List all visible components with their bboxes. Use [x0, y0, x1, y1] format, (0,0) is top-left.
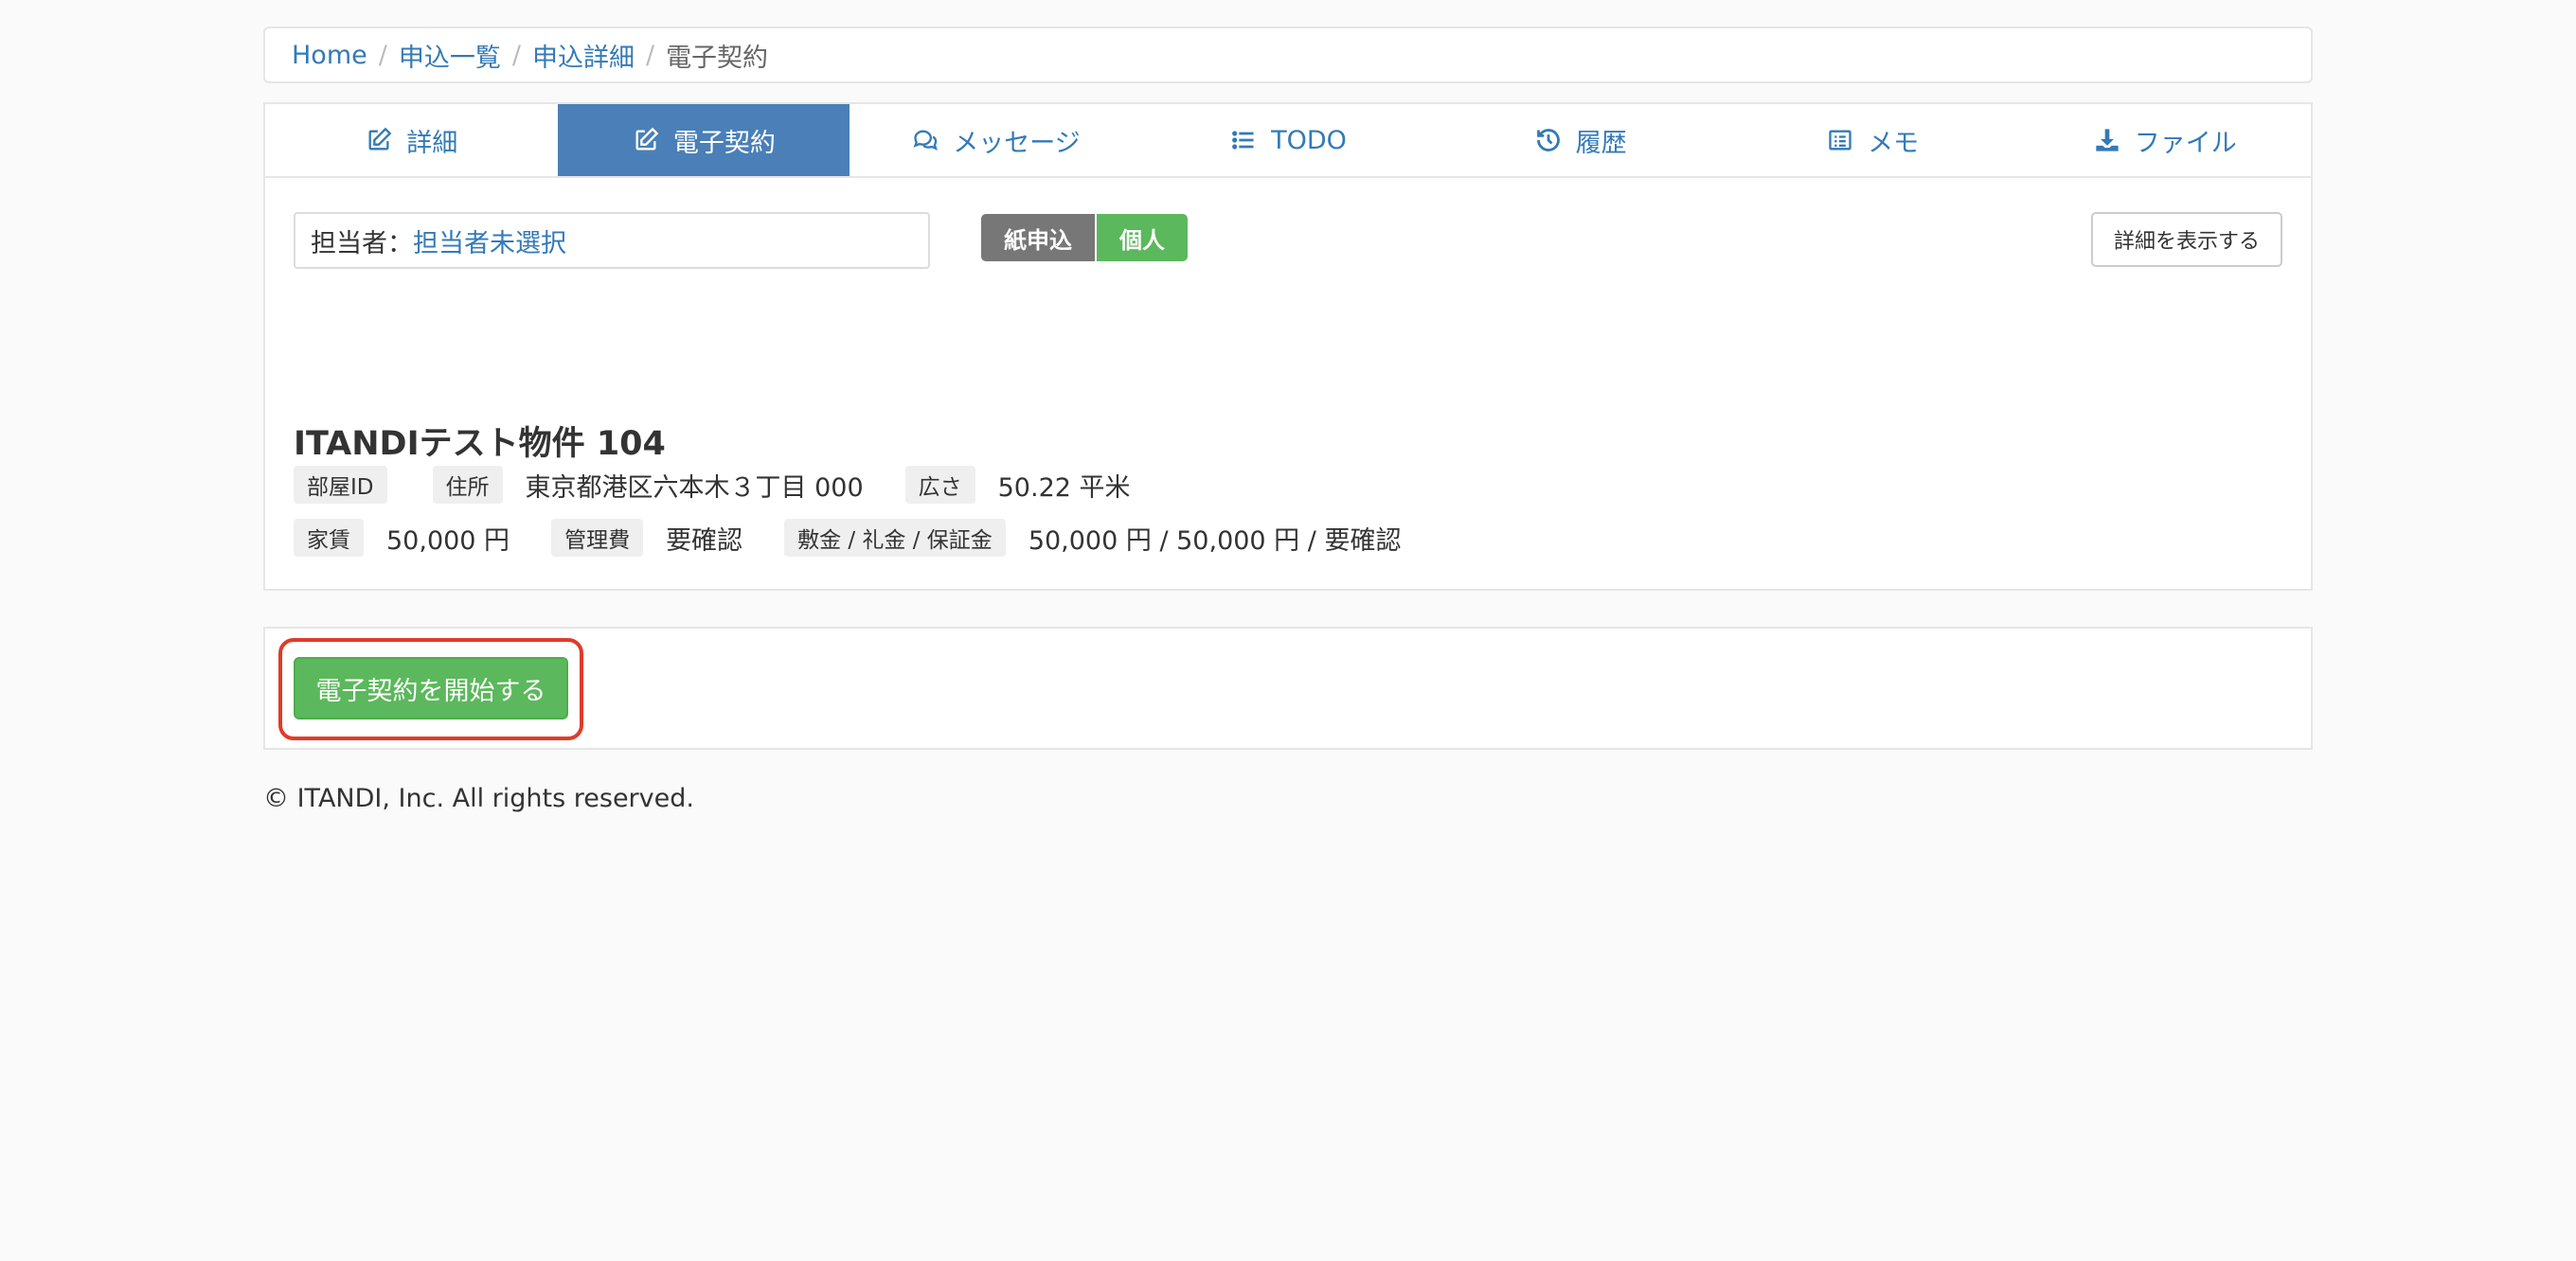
assignee-field: 担当者： 担当者未選択: [294, 212, 930, 269]
tab-label: 電子契約: [672, 128, 776, 158]
breadcrumb-home[interactable]: Home: [292, 41, 367, 70]
list-icon: [1229, 126, 1258, 154]
application-card: 詳細 電子契約 メッセージ TODO 履歴 メモ ファイル 担当者： 担当者未選…: [263, 102, 2313, 591]
application-badges: 紙申込 個人: [981, 214, 1188, 261]
tab-messages[interactable]: メッセージ: [850, 104, 1142, 176]
tab-label: ファイル: [2134, 128, 2237, 158]
assignee-select-link[interactable]: 担当者未選択: [413, 222, 566, 259]
download-icon: [2093, 126, 2121, 154]
deposit-label: 敷金 / 礼金 / 保証金: [784, 519, 1006, 557]
address-value: 東京都港区六本木３丁目 000: [525, 472, 864, 503]
rent-value: 50,000 円: [386, 525, 510, 556]
property-title: ITANDIテスト物件 104: [294, 425, 666, 463]
tab-label: メッセージ: [953, 128, 1081, 158]
address-label: 住所: [432, 466, 503, 504]
management-fee-label: 管理費: [551, 519, 644, 557]
tab-todo[interactable]: TODO: [1142, 104, 1435, 176]
deposit-value: 50,000 円 / 50,000 円 / 要確認: [1028, 525, 1402, 556]
tab-files[interactable]: ファイル: [2018, 104, 2311, 176]
property-info-row: 部屋ID 住所 東京都港区六本木３丁目 000 広さ 50.22 平米: [294, 466, 1172, 504]
area-value: 50.22 平米: [997, 472, 1131, 503]
assignee-label: 担当者：: [311, 228, 413, 258]
management-fee-value: 要確認: [666, 525, 743, 556]
e-contract-action-card: 電子契約を開始する: [263, 627, 2313, 750]
area-label: 広さ: [904, 466, 975, 504]
edit-icon: [365, 126, 393, 154]
tab-history[interactable]: 履歴: [1434, 104, 1726, 176]
room-id-label: 部屋ID: [294, 466, 387, 504]
rent-label: 家賃: [294, 519, 364, 557]
edit-icon: [632, 126, 660, 154]
applicant-category-badge: 個人: [1095, 214, 1188, 261]
history-icon: [1534, 126, 1563, 154]
breadcrumb-separator: /: [645, 40, 655, 70]
breadcrumb: Home / 申込一覧 / 申込詳細 / 電子契約: [263, 27, 2313, 83]
tab-detail[interactable]: 詳細: [265, 104, 558, 176]
breadcrumb-separator: /: [511, 40, 521, 70]
breadcrumb-application-list[interactable]: 申込一覧: [399, 37, 501, 74]
tab-bar: 詳細 電子契約 メッセージ TODO 履歴 メモ ファイル: [265, 104, 2311, 178]
page-container: Home / 申込一覧 / 申込詳細 / 電子契約 詳細 電子契約 メッセージ …: [263, 27, 2313, 813]
footer-copyright: © ITANDI, Inc. All rights reserved.: [263, 784, 694, 813]
show-details-button[interactable]: 詳細を表示する: [2091, 212, 2282, 267]
start-e-contract-button[interactable]: 電子契約を開始する: [294, 657, 568, 719]
memo-icon: [1826, 126, 1854, 154]
tab-e-contract[interactable]: 電子契約: [557, 104, 850, 176]
breadcrumb-application-detail[interactable]: 申込詳細: [532, 37, 635, 74]
tab-memo[interactable]: メモ: [1726, 104, 2019, 176]
tab-label: メモ: [1868, 128, 1920, 158]
comments-icon: [911, 126, 939, 154]
tab-label: 履歴: [1575, 128, 1627, 158]
application-type-badge: 紙申込: [981, 214, 1095, 261]
breadcrumb-current: 電子契約: [666, 43, 769, 73]
tab-label: 詳細: [406, 128, 458, 158]
breadcrumb-separator: /: [378, 40, 387, 70]
tab-label: TODO: [1271, 125, 1347, 155]
property-cost-row: 家賃 50,000 円 管理費 要確認 敷金 / 礼金 / 保証金 50,000…: [294, 519, 1442, 557]
